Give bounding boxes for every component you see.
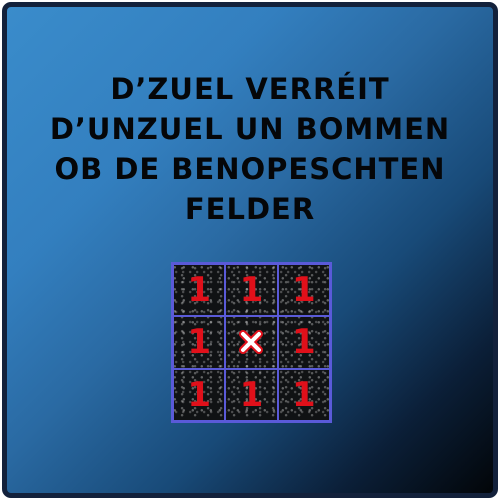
minesweeper-board: 1 1 1 1 1 1 1 1 [171, 262, 332, 423]
board-cell[interactable]: 1 [173, 368, 226, 421]
board-cell[interactable]: 1 [225, 368, 278, 421]
board-cell-center[interactable] [225, 316, 278, 369]
cell-number: 1 [187, 270, 211, 311]
title-line-4: FELDER [184, 192, 316, 226]
cell-number: 1 [239, 270, 264, 311]
cell-number: 1 [187, 374, 211, 415]
board-cell[interactable]: 1 [277, 368, 330, 421]
puzzle-title: D’ZUEL VERRÉIT D’UNZUEL UN BOMMEN OB DE … [7, 69, 493, 229]
cell-number: 1 [239, 374, 264, 415]
cell-number: 1 [187, 322, 211, 363]
cell-number: 1 [291, 270, 316, 311]
board-cell[interactable]: 1 [173, 316, 226, 369]
cell-number: 1 [291, 374, 316, 415]
board-cell[interactable]: 1 [277, 264, 330, 317]
board-cell[interactable]: 1 [225, 264, 278, 317]
cell-number: 1 [291, 322, 316, 363]
puzzle-card: D’ZUEL VERRÉIT D’UNZUEL UN BOMMEN OB DE … [2, 2, 498, 498]
title-line-1: D’ZUEL VERRÉIT [110, 72, 390, 106]
title-line-3: OB DE BENOPESCHTEN [54, 152, 446, 186]
x-mark-icon [239, 330, 264, 355]
board-cell[interactable]: 1 [173, 264, 226, 317]
board-cell[interactable]: 1 [277, 316, 330, 369]
title-line-2: D’UNZUEL UN BOMMEN [49, 112, 451, 146]
